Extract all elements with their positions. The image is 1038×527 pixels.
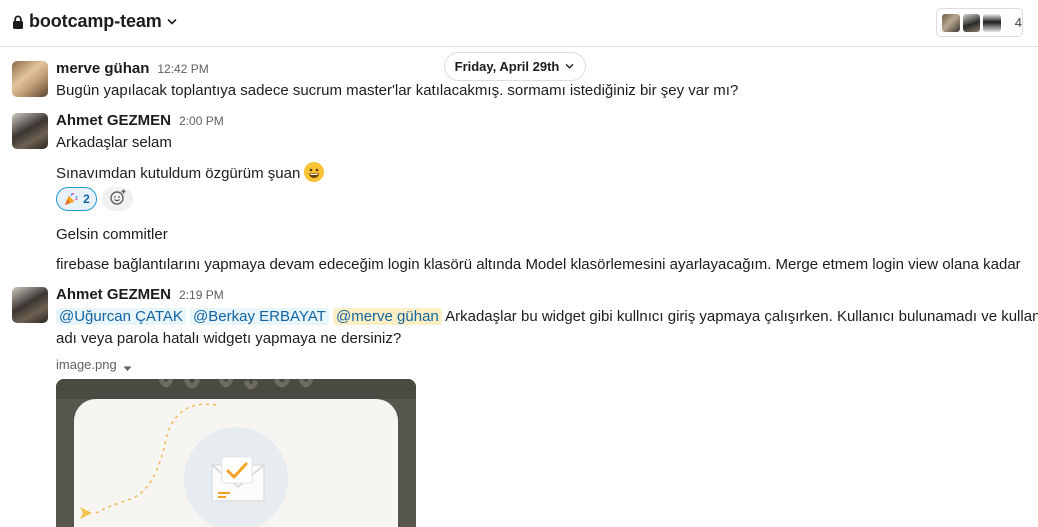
avatar[interactable] (12, 113, 48, 149)
avatar[interactable] (12, 61, 48, 97)
member-avatar (961, 12, 982, 33)
message-text: adı veya parola hatalı widgetı yapmaya n… (56, 330, 402, 347)
message-text: Sınavımdan kutuldum özgürüm şuan (56, 162, 325, 185)
message-header: merve gühan 12:42 PM (56, 60, 209, 77)
chevron-down-icon (167, 16, 179, 28)
party-popper-icon (63, 191, 79, 207)
timestamp[interactable]: 12:42 PM (157, 62, 208, 76)
message-text: Bugün yapılacak toplantıya sadece sucrum… (56, 82, 739, 99)
message-text-span: Arkadaşlar bu widget gibi kullnıcı giriş… (445, 308, 1038, 325)
date-label: Friday, April 29th (454, 59, 560, 74)
message-text: Arkadaşlar selam (56, 134, 172, 151)
author-name[interactable]: Ahmet GEZMEN (56, 286, 171, 303)
member-avatar (982, 12, 1002, 33)
message-text: @Uğurcan ÇATAK @Berkay ERBAYAT @merve gü… (56, 306, 1038, 328)
mention-link[interactable]: @Uğurcan ÇATAK (56, 308, 186, 325)
message-header: Ahmet GEZMEN 2:00 PM (56, 112, 224, 129)
message-text-span: Sınavımdan kutuldum özgürüm şuan (56, 165, 301, 182)
author-name[interactable]: merve gühan (56, 60, 149, 77)
date-divider-button[interactable]: Friday, April 29th (444, 52, 586, 81)
message-header: Ahmet GEZMEN 2:19 PM (56, 286, 224, 303)
channel-title-button[interactable]: bootcamp-team (12, 11, 179, 32)
reaction-party[interactable]: 2 (56, 187, 97, 211)
avatar[interactable] (12, 287, 48, 323)
chevron-down-icon (565, 61, 575, 73)
timestamp[interactable]: 2:00 PM (179, 114, 224, 128)
lock-icon (12, 13, 26, 31)
add-emoji-icon (109, 188, 127, 211)
author-name[interactable]: Ahmet GEZMEN (56, 112, 171, 129)
mention-link[interactable]: @Berkay ERBAYAT (190, 308, 329, 325)
message-text: firebase bağlantılarını yapmaya devam ed… (56, 256, 1021, 273)
caret-down-icon (123, 360, 133, 371)
add-reaction-button[interactable] (102, 187, 133, 211)
timestamp[interactable]: 2:19 PM (179, 288, 224, 302)
mention-link-self[interactable]: @merve gühan (332, 308, 442, 325)
member-avatar (941, 12, 961, 33)
file-name-toggle[interactable]: image.png (56, 357, 133, 372)
members-button[interactable]: 4 (936, 8, 1023, 37)
grinning-emoji-icon (304, 162, 325, 182)
file-name: image.png (56, 357, 117, 372)
message-text: Gelsin commitler (56, 226, 168, 243)
channel-header: bootcamp-team 4 (0, 0, 1038, 47)
channel-name: bootcamp-team (29, 11, 162, 31)
member-count: 4 (1014, 15, 1023, 30)
attachment-preview-image (56, 379, 416, 527)
reaction-count: 2 (83, 192, 90, 206)
image-attachment[interactable] (56, 379, 416, 527)
